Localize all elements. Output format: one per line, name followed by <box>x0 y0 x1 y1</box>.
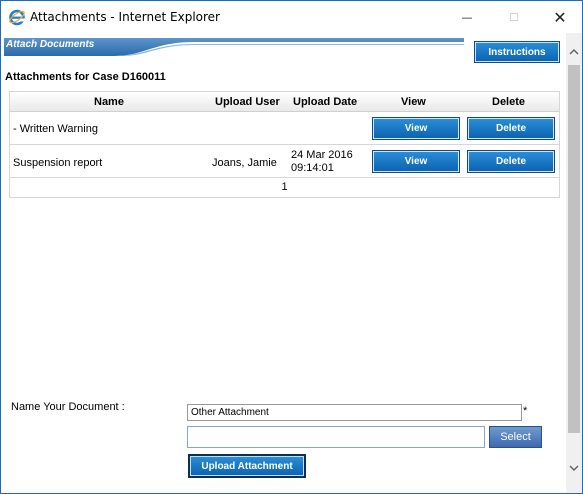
column-header-delete: Delete <box>492 96 526 108</box>
view-button[interactable]: View <box>372 150 460 173</box>
column-header-upload-date: Upload Date <box>293 96 358 108</box>
table-row: Suspension report Joans, Jamie 24 Mar 20… <box>10 145 559 178</box>
table-header: Name Upload User Upload Date View Delete <box>10 92 559 112</box>
upload-date: 24 Mar 2016 <box>291 149 353 161</box>
upload-time: 09:14:01 <box>291 162 334 174</box>
close-icon: ✕ <box>553 7 567 27</box>
scrollbar-thumb[interactable] <box>568 65 580 433</box>
window-title: Attachments - Internet Explorer <box>30 10 220 24</box>
attachment-name[interactable]: - Written Warning <box>13 123 98 135</box>
close-button[interactable]: ✕ <box>537 1 583 33</box>
required-marker: * <box>523 405 528 417</box>
upload-attachment-button[interactable]: Upload Attachment <box>188 454 306 478</box>
scroll-up-button[interactable] <box>566 43 582 60</box>
upload-user: Joans, Jamie <box>212 157 277 169</box>
view-button[interactable]: View <box>372 117 460 140</box>
maximize-button[interactable]: ☐ <box>491 1 537 33</box>
section-title: Attach Documents <box>6 39 95 50</box>
delete-button[interactable]: Delete <box>467 150 555 173</box>
page-number[interactable]: 1 <box>281 181 287 193</box>
column-header-name: Name <box>94 96 124 108</box>
scroll-down-button[interactable] <box>566 459 582 476</box>
chevron-down-icon <box>569 465 579 471</box>
document-name-label: Name Your Document : <box>11 401 125 413</box>
browser-window: Attachments - Internet Explorer — ☐ ✕ At… <box>0 0 583 494</box>
page-title: Attachments for Case D160011 <box>5 71 166 83</box>
document-name-input[interactable] <box>187 404 522 421</box>
file-path-input[interactable] <box>187 426 485 448</box>
maximize-icon: ☐ <box>509 10 519 24</box>
page-content: Attach Documents Instructions Attachment… <box>2 33 566 493</box>
vertical-scrollbar[interactable] <box>566 33 582 493</box>
title-bar: Attachments - Internet Explorer — ☐ ✕ <box>1 1 582 33</box>
column-header-upload-user: Upload User <box>215 96 280 108</box>
minimize-icon: — <box>461 10 473 24</box>
attachments-table: Name Upload User Upload Date View Delete… <box>9 91 560 198</box>
table-row: - Written Warning View Delete <box>10 112 559 145</box>
minimize-button[interactable]: — <box>444 1 490 33</box>
delete-button[interactable]: Delete <box>467 117 555 140</box>
attachment-name[interactable]: Suspension report <box>13 157 102 169</box>
internet-explorer-icon <box>9 9 25 26</box>
instructions-button[interactable]: Instructions <box>474 41 560 63</box>
select-file-button[interactable]: Select <box>489 426 542 448</box>
chevron-up-icon <box>569 48 579 54</box>
pagination: 1 <box>10 178 559 197</box>
column-header-view: View <box>401 96 426 108</box>
